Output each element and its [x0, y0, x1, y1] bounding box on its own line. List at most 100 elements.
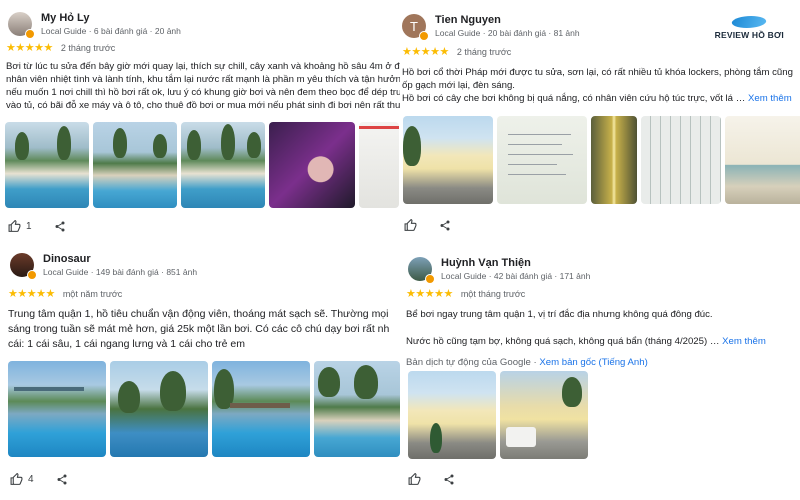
reviewer-header: Dinosaur Local Guide · 149 bài đánh giá …	[10, 253, 198, 281]
brand-text: REVIEW HỒ BƠI	[714, 30, 784, 40]
review-photo[interactable]	[181, 122, 265, 208]
review-text-line: Hồ bơi có cây che bơi không bị quá nắng,…	[402, 93, 792, 104]
thumb-up-icon	[408, 473, 421, 485]
reviewer-name[interactable]: Huỳnh Vạn Thiện	[441, 257, 590, 271]
star-rating: ★★★★★	[8, 288, 55, 300]
see-more-link[interactable]: Xem thêm	[722, 336, 766, 347]
review-text-line: nếu muốn 1 nơi chill thì hồ bơi rất ok, …	[6, 87, 400, 98]
review-photo[interactable]	[403, 116, 493, 204]
review-text: Nước hồ cũng tạm bợ, không quá sạch, khô…	[406, 336, 766, 347]
review-actions: 1	[8, 220, 66, 233]
review-photo[interactable]	[314, 361, 400, 457]
thumb-up-icon	[404, 219, 417, 231]
review-text-line: sáng trong tuần sẽ mát mẻ hơn, giá 25k m…	[8, 323, 390, 335]
share-button[interactable]	[439, 219, 451, 232]
see-original-link[interactable]: Xem bản gốc (Tiếng Anh)	[539, 357, 647, 368]
avatar-letter: T	[410, 18, 418, 34]
review-card-huynh-van-thien: Huỳnh Vạn Thiện Local Guide · 42 bài đán…	[400, 245, 800, 500]
review-date: một tháng trước	[460, 288, 526, 299]
like-count: 1	[26, 221, 32, 232]
review-photo[interactable]	[591, 116, 637, 204]
review-text-line: ốp gạch mới lại, đèn sáng.	[402, 80, 515, 91]
review-photo[interactable]	[5, 122, 89, 208]
local-guide-badge-icon	[425, 274, 435, 285]
review-photo[interactable]	[725, 116, 800, 204]
review-card-dinosaur: Dinosaur Local Guide · 149 bài đánh giá …	[0, 245, 400, 500]
review-text-line: Nước hồ cũng tạm bợ, không quá sạch, khô…	[406, 336, 708, 347]
review-text: Trung tâm quận 1, hồ tiêu chuẩn vận động…	[8, 307, 400, 352]
review-text: Bơi từ lúc tu sửa đến bây giờ mới quay l…	[6, 60, 400, 112]
star-rating: ★★★★★	[406, 288, 453, 300]
review-photo[interactable]	[93, 122, 177, 208]
reviewer-header: My Hỏ Ly Local Guide · 6 bài đánh giá · …	[8, 12, 181, 40]
avatar[interactable]: T	[402, 14, 429, 42]
review-photo[interactable]	[500, 371, 588, 459]
review-text-line: Bể bơi ngay trung tâm quận 1, vị trí đắc…	[406, 309, 713, 320]
review-card-tien-nguyen: T Tien Nguyen Local Guide · 20 bài đánh …	[400, 0, 800, 245]
reviewer-meta: Local Guide · 6 bài đánh giá · 20 ảnh	[41, 25, 181, 36]
review-date: 2 tháng trước	[456, 46, 512, 57]
reviewer-name[interactable]: Dinosaur	[43, 253, 197, 267]
review-text-line: Trung tâm quận 1, hồ tiêu chuẩn vận động…	[8, 308, 389, 320]
share-icon	[440, 220, 450, 231]
reviewer-name[interactable]: My Hỏ Ly	[41, 12, 181, 26]
review-card-my-ho-ly: My Hỏ Ly Local Guide · 6 bài đánh giá · …	[0, 0, 400, 245]
local-guide-badge-icon	[25, 29, 35, 40]
rating-row: ★★★★★ 2 tháng trước	[6, 41, 115, 54]
review-text: Hồ bơi cổ thời Pháp mới được tu sửa, sơn…	[402, 66, 800, 105]
review-photos	[403, 116, 800, 204]
reviewer-header: Huỳnh Vạn Thiện Local Guide · 42 bài đán…	[408, 257, 591, 285]
review-text-line: Bơi từ lúc tu sửa đến bây giờ mới quay l…	[6, 61, 400, 72]
translation-label: Bản dịch tự động của Google ·	[406, 357, 540, 368]
see-more-link[interactable]: Xem thêm	[748, 93, 792, 104]
like-button[interactable]	[404, 219, 417, 232]
review-photos	[408, 371, 588, 459]
translation-note: Bản dịch tự động của Google · Xem bản gố…	[406, 356, 800, 369]
reviewer-name[interactable]: Tien Nguyen	[435, 14, 580, 28]
like-button[interactable]: 4	[10, 473, 34, 486]
avatar[interactable]	[8, 12, 35, 40]
review-photo[interactable]	[408, 371, 496, 459]
thumb-up-icon	[10, 473, 23, 485]
review-photo[interactable]	[359, 122, 399, 208]
like-button[interactable]	[408, 473, 421, 486]
water-drop-icon	[730, 16, 769, 28]
like-count: 4	[28, 474, 34, 485]
review-text-line: cái: 1 cái sâu, 1 cái ngang lưng và 1 cá…	[8, 338, 245, 350]
star-rating: ★★★★★	[402, 46, 449, 58]
review-date: 2 tháng trước	[60, 42, 116, 53]
reviewer-header: T Tien Nguyen Local Guide · 20 bài đánh …	[402, 14, 580, 42]
review-photo[interactable]	[641, 116, 721, 204]
share-icon	[444, 474, 454, 485]
reviewer-meta: Local Guide · 42 bài đánh giá · 171 ảnh	[441, 270, 591, 281]
local-guide-badge-icon	[27, 270, 37, 281]
rating-row: ★★★★★ một năm trước	[8, 287, 122, 300]
rating-row: ★★★★★ 2 tháng trước	[402, 45, 511, 58]
avatar[interactable]	[408, 257, 435, 285]
reviewer-meta: Local Guide · 20 bài đánh giá · 81 ảnh	[435, 27, 580, 38]
avatar[interactable]	[10, 253, 37, 281]
review-text-line: nhân viên nhiệt tình và lành tính, khu t…	[6, 74, 400, 85]
review-photo[interactable]	[269, 122, 355, 208]
review-photos	[5, 122, 399, 208]
like-button[interactable]: 1	[8, 220, 32, 233]
review-photo[interactable]	[497, 116, 587, 204]
review-actions: 4	[10, 473, 68, 486]
share-button[interactable]	[443, 473, 455, 486]
review-photo[interactable]	[8, 361, 106, 457]
thumb-up-icon	[8, 220, 21, 232]
rating-row: ★★★★★ một tháng trước	[406, 287, 525, 300]
share-button[interactable]	[56, 473, 68, 486]
review-photo[interactable]	[110, 361, 208, 457]
review-actions	[408, 473, 455, 486]
reviewer-meta: Local Guide · 149 bài đánh giá · 851 ảnh	[43, 266, 198, 277]
star-rating: ★★★★★	[6, 42, 53, 54]
review-actions	[404, 219, 451, 232]
share-button[interactable]	[54, 220, 66, 233]
brand-logo: REVIEW HỒ BƠI	[715, 16, 784, 40]
share-icon	[55, 221, 65, 232]
review-text-line: vào tủ, có bãi đỗ xe máy và ô tô, cho th…	[6, 100, 400, 111]
review-date: một năm trước	[62, 288, 123, 299]
review-photo[interactable]	[212, 361, 310, 457]
review-text-line: Hồ bơi cổ thời Pháp mới được tu sửa, sơn…	[402, 67, 793, 78]
